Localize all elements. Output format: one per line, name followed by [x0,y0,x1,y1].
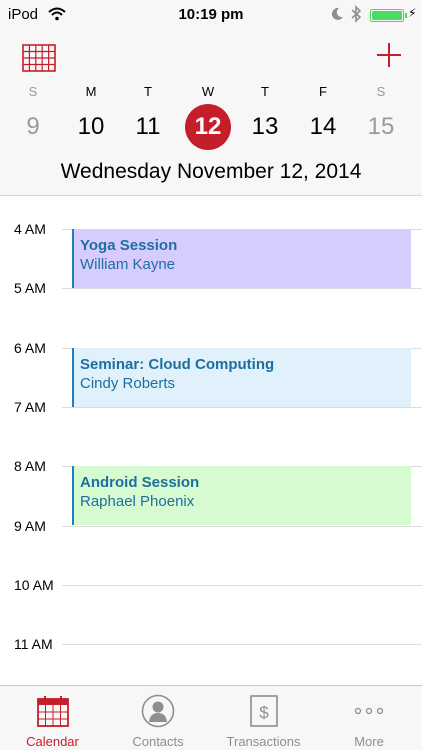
day-number: 11 [135,113,161,140]
tab-more[interactable]: More [317,686,422,750]
day-of-week-label: M [85,84,97,99]
event-card[interactable]: Yoga Session William Kayne [72,229,411,289]
event-card[interactable]: Android Session Raphael Phoenix [72,466,411,526]
day-10[interactable]: M 10 [68,84,114,150]
hour-label: 10 AM [14,576,54,593]
tab-transactions[interactable]: $ Transactions [211,686,316,750]
day-14[interactable]: F 14 [300,84,346,150]
tab-calendar[interactable]: Calendar [0,686,105,750]
tab-label: Transactions [226,734,301,749]
plus-icon [377,43,401,67]
day-number: 9 [26,113,40,140]
hour-divider [62,584,422,586]
hour-divider [62,288,422,290]
day-12[interactable]: W 12 [185,84,231,150]
tab-label: Calendar [26,734,79,749]
bolt-icon: ⚡ [408,6,417,20]
event-title: Seminar: Cloud Computing [80,355,275,373]
day-13[interactable]: T 13 [242,84,288,150]
hour-label: 9 AM [14,517,46,534]
dollar-icon: $ [249,694,279,733]
hour-row: 11 AM [0,636,422,652]
day-number: 15 [367,113,395,140]
hour-label: 4 AM [14,221,46,237]
hour-divider [62,525,422,527]
status-bar: iPod 10:19 pm ⚡ [0,0,422,30]
tab-label: Contacts [132,734,184,749]
hour-label: 7 AM [14,398,46,415]
tab-bar: Calendar Contacts $ Transactions More [0,685,422,750]
hour-row: 9 AM [0,518,422,534]
more-dots-icon [352,694,386,733]
bluetooth-icon [350,5,362,28]
day-11[interactable]: T 11 [125,84,171,150]
day-number: 13 [251,113,279,140]
event-title: Android Session [80,474,200,492]
hour-divider [62,406,422,408]
week-strip: S 9 M 10 T 11 W 12 T 13 F 14 S 15 [0,84,422,150]
hour-label: 6 AM [14,339,46,356]
day-of-week-label: W [201,84,215,99]
day-number: 14 [309,113,337,140]
day-of-week-label: F [319,84,327,99]
calendar-icon [36,694,70,733]
battery-indicator [370,9,407,22]
calendar-grid-icon[interactable] [22,44,56,72]
day-of-week-label: T [144,84,152,99]
add-event-button[interactable] [374,40,404,70]
hour-row: 10 AM [0,577,422,593]
hour-label: 8 AM [14,458,46,475]
day-of-week-label: T [261,84,269,99]
hour-label: 5 AM [14,280,46,297]
tab-contacts[interactable]: Contacts [106,686,211,750]
tab-label: More [354,734,384,749]
contact-icon [141,694,175,733]
hour-divider [62,644,422,646]
event-person: Cindy Roberts [80,374,176,392]
selected-date-title: Wednesday November 12, 2014 [60,160,362,183]
hour-label: 11 AM [14,636,53,653]
day-15[interactable]: S 15 [358,84,404,150]
event-card[interactable]: Seminar: Cloud Computing Cindy Roberts [72,347,411,407]
event-person: William Kayne [80,256,176,273]
day-number: 10 [77,113,105,140]
event-title: Yoga Session [80,237,178,254]
day-number: 12 [185,104,231,150]
event-person: Raphael Phoenix [80,493,195,511]
day-of-week-label: S [28,84,38,99]
moon-icon [330,7,344,26]
hour-row: 5 AM [0,280,422,296]
day-of-week-label: S [376,84,386,99]
calendar-header: S 9 M 10 T 11 W 12 T 13 F 14 S 15 Wednesday November … [0,30,422,196]
hour-row: 7 AM [0,399,422,415]
day-schedule[interactable]: 4 AM 5 AM 6 AM 7 AM 8 AM 9 AM 10 AM 11 AM Yoga S… [0,197,422,685]
svg-text:$: $ [259,703,269,722]
day-9[interactable]: S9 [10,84,56,150]
